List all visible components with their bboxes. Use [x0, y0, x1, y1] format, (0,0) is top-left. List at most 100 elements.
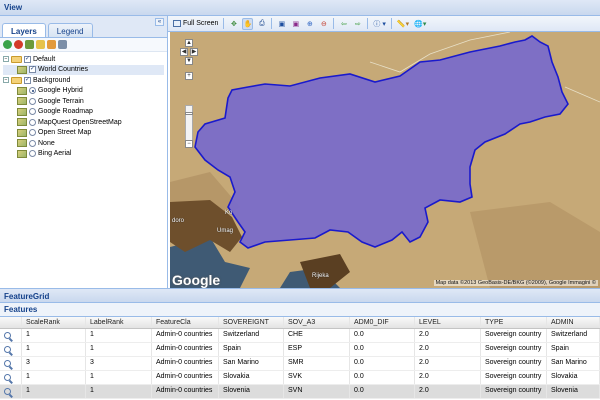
zoom-to-feature-cell[interactable]	[0, 357, 22, 370]
zoom-max-extent-button[interactable]: ✥	[228, 18, 239, 30]
base-layer-radio[interactable]	[29, 118, 36, 126]
measure-button[interactable]: 📏▾	[396, 18, 410, 30]
pan-up-button[interactable]: ▲	[185, 39, 193, 47]
magnifier-icon[interactable]	[4, 388, 11, 395]
pan-left-button[interactable]: ◀	[180, 48, 188, 56]
column-header[interactable]: FeatureCla	[152, 317, 219, 328]
table-row[interactable]: 1 1 Admin-0 countries Switzerland CHE 0.0 2.0 S…	[0, 329, 600, 343]
zoom-out-button[interactable]: ⊖	[318, 18, 329, 30]
column-header[interactable]: ScaleRank	[22, 317, 86, 328]
add-layer-icon[interactable]	[3, 40, 12, 49]
map-toolbar: Full Screen ✥ ✋ ⎙ ▣ ▣ ⊕ ⊖ ⇦ ⇨ ⓘ ▾ 📏▾ 🌐▾	[168, 16, 600, 32]
column-header[interactable]: ADMIN	[547, 317, 600, 328]
table-cell: Admin-0 countries	[152, 371, 219, 384]
tree-group-background[interactable]: − ✓ Background	[3, 75, 164, 86]
column-header[interactable]: LEVEL	[415, 317, 481, 328]
magnifier-icon[interactable]	[4, 332, 11, 339]
base-layer-item[interactable]: Bing Aerial	[3, 149, 164, 160]
layer-tree: − ✓ Default ✓ World Countries − ✓ Backgr…	[0, 52, 167, 161]
collapse-icon[interactable]: −	[3, 56, 9, 63]
magnifier-icon[interactable]	[4, 360, 11, 367]
layer-icon	[17, 107, 27, 116]
navigate-forward-button[interactable]: ⇨	[352, 18, 363, 30]
base-layer-item[interactable]: Open Street Map	[3, 128, 164, 139]
world-countries-checkbox[interactable]: ✓	[29, 66, 36, 74]
place-label: Umag	[217, 228, 234, 234]
collapse-icon[interactable]: −	[3, 77, 9, 84]
background-checkbox[interactable]: ✓	[24, 76, 31, 84]
base-layer-item[interactable]: MapQuest OpenStreetMap	[3, 117, 164, 128]
zoom-to-feature-cell[interactable]	[0, 329, 22, 342]
tree-layer-world-countries[interactable]: ✓ World Countries	[3, 64, 164, 75]
tab-layers[interactable]: Layers	[2, 23, 46, 37]
column-header[interactable]: SOV_A3	[284, 317, 350, 328]
column-header[interactable]: ADM0_DIF	[350, 317, 415, 328]
base-layer-item[interactable]: Google Terrain	[3, 96, 164, 107]
collapse-panel-icon[interactable]: «	[155, 18, 164, 26]
table-cell: 1	[22, 385, 86, 398]
map-graphics	[170, 32, 600, 288]
table-cell: 0.0	[350, 329, 415, 342]
column-header[interactable]: LabelRank	[86, 317, 152, 328]
add-server-icon[interactable]	[25, 40, 34, 49]
pan-right-button[interactable]: ▶	[190, 48, 198, 56]
base-layer-radio[interactable]	[29, 150, 36, 158]
base-layer-radio[interactable]	[29, 97, 36, 105]
default-checkbox[interactable]: ✓	[24, 55, 31, 63]
tree-group-default[interactable]: − ✓ Default	[3, 54, 164, 65]
zoom-to-feature-cell[interactable]	[0, 385, 22, 398]
map-canvas[interactable]: Umag Rijeka Ko doro ▲ ◀ ▶ ▼ + − Google M…	[170, 32, 600, 288]
table-row[interactable]: 1 1 Admin-0 countries Spain ESP 0.0 2.0 Soverei…	[0, 343, 600, 357]
globe-button[interactable]: 🌐▾	[413, 18, 427, 30]
column-header[interactable]	[0, 317, 22, 328]
pan-down-button[interactable]: ▼	[185, 57, 193, 65]
remove-group-icon[interactable]	[47, 40, 56, 49]
features-title: Features	[4, 305, 38, 314]
remove-layer-icon[interactable]	[14, 40, 23, 49]
toolbar-separator	[390, 18, 392, 29]
column-header[interactable]: SOVEREIGNT	[219, 317, 284, 328]
table-cell: 3	[86, 357, 152, 370]
zoom-out-map-button[interactable]: −	[185, 140, 193, 148]
tree-group-label: Default	[33, 55, 56, 63]
table-cell: Admin-0 countries	[152, 343, 219, 356]
layer-icon	[17, 97, 27, 106]
navigate-back-button[interactable]: ⇦	[338, 18, 349, 30]
layers-panel: « Layers Legend − ✓ Default ✓ World Coun…	[0, 16, 168, 288]
base-layer-radio[interactable]	[29, 139, 36, 147]
base-layer-item[interactable]: None	[3, 138, 164, 149]
info-button[interactable]: ⓘ ▾	[372, 18, 386, 30]
zoom-box-in-button[interactable]: ▣	[276, 18, 287, 30]
table-row[interactable]: 3 3 Admin-0 countries San Marino SMR 0.0 2.0 So…	[0, 357, 600, 371]
table-row[interactable]: 1 1 Admin-0 countries Slovenia SVN 0.0 2.0 Sove…	[0, 385, 600, 399]
base-layer-radio[interactable]	[29, 129, 36, 137]
base-layer-item[interactable]: Google Roadmap	[3, 107, 164, 118]
layer-icon	[17, 128, 27, 137]
pan-button[interactable]: ✋	[242, 17, 254, 30]
zoom-to-feature-cell[interactable]	[0, 371, 22, 384]
tab-legend[interactable]: Legend	[47, 23, 93, 37]
magnifier-icon[interactable]	[4, 374, 11, 381]
zoom-in-map-button[interactable]: +	[185, 72, 193, 80]
magnifier-icon[interactable]	[4, 346, 11, 353]
print-button[interactable]: ⎙	[256, 18, 267, 30]
add-group-icon[interactable]	[36, 40, 45, 49]
zoom-slider-handle[interactable]	[185, 112, 193, 115]
folder-icon	[11, 76, 22, 84]
base-layer-radio[interactable]	[29, 108, 36, 116]
table-cell: 0.0	[350, 385, 415, 398]
zoom-to-feature-cell[interactable]	[0, 343, 22, 356]
zoom-slider[interactable]	[185, 105, 193, 145]
layer-properties-icon[interactable]	[58, 40, 67, 49]
zoom-in-button[interactable]: ⊕	[304, 18, 315, 30]
toolbar-separator	[271, 18, 273, 29]
column-header[interactable]: TYPE	[481, 317, 547, 328]
base-layer-item[interactable]: Google Hybrid	[3, 86, 164, 97]
base-layer-radio[interactable]	[29, 87, 36, 95]
table-row[interactable]: 1 1 Admin-0 countries Slovakia SVK 0.0 2.0 Sove…	[0, 371, 600, 385]
table-cell: 1	[86, 371, 152, 384]
table-cell: 1	[22, 329, 86, 342]
full-screen-button[interactable]: Full Screen	[172, 18, 219, 30]
table-cell: 3	[22, 357, 86, 370]
zoom-box-out-button[interactable]: ▣	[290, 18, 301, 30]
